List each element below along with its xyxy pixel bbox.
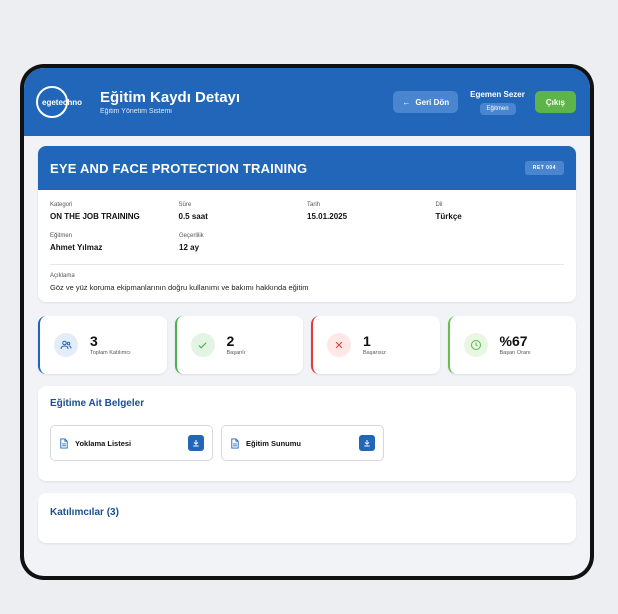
download-button[interactable] bbox=[188, 435, 204, 451]
device-frame: egetechno Eğitim Kaydı Detayı Eğitim Yön… bbox=[20, 64, 594, 580]
app-header: egetechno Eğitim Kaydı Detayı Eğitim Yön… bbox=[24, 68, 590, 136]
documents-card: Eğitime Ait Belgeler Yoklama Listesi Eği… bbox=[38, 386, 576, 481]
document-name: Yoklama Listesi bbox=[75, 438, 132, 448]
download-icon bbox=[193, 440, 199, 447]
info-label: Tarih bbox=[307, 202, 321, 208]
document-item[interactable]: Eğitim Sunumu bbox=[221, 425, 384, 461]
clock-icon bbox=[463, 333, 488, 357]
divider bbox=[50, 264, 564, 265]
info-label: Eğitmen bbox=[50, 233, 73, 239]
stat-text: 1 Başarısız bbox=[363, 334, 386, 356]
training-code-badge: RET 004 bbox=[524, 161, 564, 175]
info-instructor: Eğitmen Ahmet Yılmaz bbox=[50, 233, 179, 252]
user-name: Egemen Sezer bbox=[470, 89, 525, 99]
documents-title: Eğitime Ait Belgeler bbox=[50, 398, 145, 409]
stat-text: %67 Başarı Oranı bbox=[500, 334, 531, 356]
stat-value: %67 bbox=[499, 333, 528, 349]
page-title: Eğitim Kaydı Detayı bbox=[100, 89, 241, 106]
stat-value: 3 bbox=[90, 333, 98, 349]
stat-value: 2 bbox=[226, 333, 235, 349]
file-icon bbox=[231, 437, 239, 449]
training-detail-card: EYE AND FACE PROTECTION TRAINING RET 004… bbox=[38, 146, 576, 302]
documents-list: Yoklama Listesi Eğitim Sunumu bbox=[50, 425, 564, 461]
stat-text: 2 Başarılı bbox=[227, 334, 246, 356]
info-language: Dil Türkçe bbox=[436, 202, 565, 221]
info-validity: Geçerlilik 12 ay bbox=[179, 233, 308, 252]
info-row-1: Kategori ON THE JOB TRAINING Süre 0.5 sa… bbox=[50, 202, 564, 221]
stat-label: Başarısız bbox=[363, 350, 386, 356]
check-icon bbox=[190, 333, 215, 357]
stat-text: 3 Toplam Katılımcı bbox=[90, 334, 131, 356]
info-category: Kategori ON THE JOB TRAINING bbox=[50, 202, 179, 221]
participants-card: Katılımcılar (3) bbox=[38, 493, 576, 543]
download-icon bbox=[364, 440, 370, 447]
info-value: Türkçe bbox=[435, 212, 462, 221]
stat-failed: 1 Başarısız bbox=[311, 316, 440, 374]
info-date: Tarih 15.01.2025 bbox=[307, 202, 436, 221]
info-value: 15.01.2025 bbox=[307, 212, 348, 221]
document-item[interactable]: Yoklama Listesi bbox=[50, 425, 213, 461]
stat-value: 1 bbox=[363, 333, 371, 349]
info-value: 0.5 saat bbox=[178, 212, 208, 221]
training-card-body: Kategori ON THE JOB TRAINING Süre 0.5 sa… bbox=[38, 190, 576, 302]
training-card-header: EYE AND FACE PROTECTION TRAINING RET 004 bbox=[38, 146, 576, 190]
logout-button[interactable]: Çıkış bbox=[534, 91, 576, 113]
file-icon bbox=[60, 437, 68, 449]
description-label: Açıklama bbox=[50, 273, 75, 279]
stat-total-participants: 3 Toplam Katılımcı bbox=[38, 316, 167, 374]
info-value: ON THE JOB TRAINING bbox=[50, 212, 140, 221]
logo-text: egetechno bbox=[42, 97, 83, 107]
arrow-left-icon: ← bbox=[402, 97, 411, 107]
x-icon bbox=[327, 333, 351, 357]
stats-row: 3 Toplam Katılımcı 2 Başarılı 1 Başarısı… bbox=[38, 316, 576, 374]
stat-successful: 2 Başarılı bbox=[174, 316, 303, 374]
user-info: Egemen Sezer Eğitmen bbox=[470, 90, 525, 115]
training-title: EYE AND FACE PROTECTION TRAINING bbox=[50, 160, 308, 176]
page-subtitle: Eğitim Yönetim Sistemi bbox=[100, 108, 172, 115]
back-button-label: Geri Dön bbox=[415, 97, 450, 107]
main-content: EYE AND FACE PROTECTION TRAINING RET 004… bbox=[24, 136, 590, 543]
info-label: Dil bbox=[435, 202, 443, 208]
info-value: Ahmet Yılmaz bbox=[50, 243, 103, 252]
info-row-2: Eğitmen Ahmet Yılmaz Geçerlilik 12 ay bbox=[50, 233, 564, 252]
info-label: Geçerlilik bbox=[179, 233, 204, 239]
stat-label: Başarılı bbox=[226, 350, 246, 356]
download-button[interactable] bbox=[359, 435, 375, 451]
info-label: Kategori bbox=[50, 202, 73, 208]
stat-label: Başarı Oranı bbox=[499, 350, 531, 356]
users-icon bbox=[54, 333, 78, 357]
description-text: Göz ve yüz koruma ekipmanlarının doğru k… bbox=[50, 283, 309, 292]
info-duration: Süre 0.5 saat bbox=[179, 202, 308, 221]
document-name: Eğitim Sunumu bbox=[246, 438, 301, 448]
header-title-group: Eğitim Kaydı Detayı Eğitim Yönetim Siste… bbox=[100, 89, 240, 115]
participants-title: Katılımcılar (3) bbox=[50, 507, 119, 518]
user-role-badge: Eğitmen bbox=[479, 102, 516, 115]
app-screen: egetechno Eğitim Kaydı Detayı Eğitim Yön… bbox=[24, 68, 590, 576]
info-label: Süre bbox=[178, 202, 192, 208]
back-button[interactable]: ← Geri Dön bbox=[393, 91, 459, 113]
info-value: 12 ay bbox=[179, 243, 200, 252]
stat-label: Toplam Katılımcı bbox=[90, 350, 131, 356]
stat-success-rate: %67 Başarı Oranı bbox=[447, 316, 576, 374]
